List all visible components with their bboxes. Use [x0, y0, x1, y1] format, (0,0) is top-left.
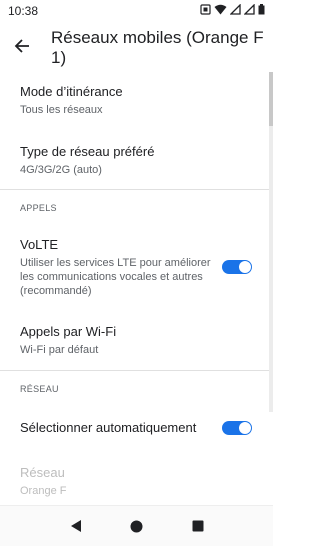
back-triangle-icon[interactable]: [64, 514, 88, 538]
network-section-header: RÉSEAU: [20, 384, 59, 394]
scrollbar-thumb[interactable]: [269, 72, 273, 126]
network-item: Réseau Orange F: [20, 465, 260, 498]
wifi-calls-summary: Wi-Fi par défaut: [20, 344, 99, 356]
toggle-knob: [239, 422, 251, 434]
wifi-calls-item[interactable]: Appels par Wi-Fi Wi-Fi par défaut: [20, 324, 260, 357]
section-divider: [0, 189, 273, 190]
toggle-knob: [239, 261, 251, 273]
scrollbar-track[interactable]: [269, 72, 273, 412]
auto-select-toggle[interactable]: [222, 421, 252, 435]
network-label: Réseau: [20, 465, 65, 480]
home-circle-icon[interactable]: [125, 514, 149, 538]
sim-icon: [200, 4, 211, 18]
preferred-network-type-label: Type de réseau préféré: [20, 144, 155, 159]
calls-section-header: APPELS: [20, 203, 57, 213]
status-icons: [200, 3, 265, 18]
signal-icon: [229, 3, 241, 18]
back-arrow-icon[interactable]: [10, 34, 34, 58]
roaming-mode-item[interactable]: Mode d’itinérance Tous les réseaux: [20, 84, 260, 117]
section-divider: [0, 370, 273, 371]
status-bar: 10:38: [0, 0, 273, 22]
wifi-icon: [214, 4, 227, 18]
network-summary: Orange F: [20, 485, 67, 497]
volte-summary: Utiliser les services LTE pour améliorer…: [20, 257, 211, 297]
roaming-mode-label: Mode d’itinérance: [20, 84, 123, 99]
volte-item[interactable]: VoLTE Utiliser les services LTE pour amé…: [20, 237, 220, 298]
roaming-mode-summary: Tous les réseaux: [20, 104, 103, 116]
volte-label: VoLTE: [20, 237, 59, 252]
volte-toggle[interactable]: [222, 260, 252, 274]
wifi-calls-label: Appels par Wi-Fi: [20, 324, 117, 339]
battery-icon: [258, 4, 265, 18]
navigation-bar: [0, 505, 273, 546]
app-bar: Réseaux mobiles (Orange F 1): [0, 22, 273, 72]
recents-square-icon[interactable]: [186, 514, 210, 538]
preferred-network-type-summary: 4G/3G/2G (auto): [20, 164, 102, 176]
status-time: 10:38: [8, 4, 39, 18]
settings-list: Mode d’itinérance Tous les réseaux Type …: [0, 72, 273, 505]
signal-icon: [243, 3, 255, 18]
page-title: Réseaux mobiles (Orange F 1): [51, 28, 264, 67]
preferred-network-type-item[interactable]: Type de réseau préféré 4G/3G/2G (auto): [20, 144, 260, 177]
